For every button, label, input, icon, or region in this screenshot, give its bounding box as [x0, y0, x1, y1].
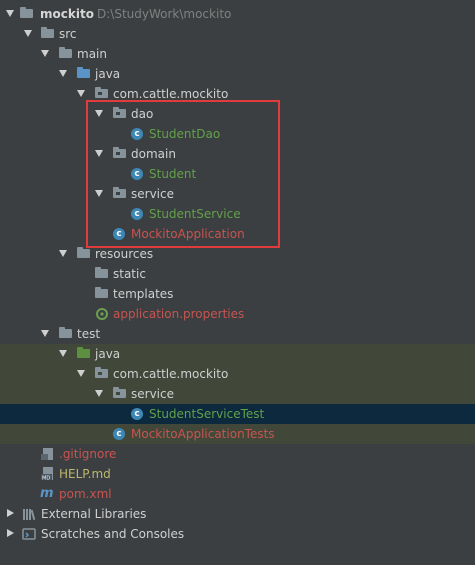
package-icon — [113, 147, 126, 158]
project-name: mockito — [40, 7, 94, 21]
tree-row-studentservice[interactable]: c StudentService — [0, 204, 475, 224]
tree-label: dao — [131, 107, 154, 121]
tree-label: MockitoApplication — [131, 227, 245, 241]
tree-label: domain — [131, 147, 176, 161]
class-icon: c — [131, 168, 143, 180]
tree-label: StudentServiceTest — [149, 407, 265, 421]
resources-folder-icon — [77, 247, 90, 258]
package-icon — [95, 367, 108, 378]
tree-label: StudentDao — [149, 127, 221, 141]
tree-row-resources[interactable]: resources — [0, 244, 475, 264]
project-folder-icon — [20, 7, 33, 18]
tree-row-mockitoapplicationtests[interactable]: c MockitoApplicationTests — [0, 424, 475, 444]
gitignore-file-icon — [41, 447, 56, 461]
tree-label: resources — [95, 247, 154, 261]
tree-row-java[interactable]: java — [0, 64, 475, 84]
test-source-folder-icon — [77, 347, 90, 358]
tree-row-service[interactable]: service — [0, 184, 475, 204]
svg-text:MD: MD — [42, 476, 50, 482]
tree-row-application-properties[interactable]: application.properties — [0, 304, 475, 324]
source-folder-icon — [77, 67, 90, 78]
folder-icon — [59, 47, 72, 58]
tree-label: templates — [113, 287, 174, 301]
tree-label: .gitignore — [59, 447, 117, 461]
tree-row-help-md[interactable]: MD HELP.md — [0, 464, 475, 484]
tree-row-test[interactable]: test — [0, 324, 475, 344]
tree-row-static[interactable]: static — [0, 264, 475, 284]
chevron-down-icon[interactable] — [95, 390, 103, 397]
folder-icon — [95, 287, 108, 298]
folder-icon — [41, 27, 54, 38]
tree-row-templates[interactable]: templates — [0, 284, 475, 304]
tree-row-pom-xml[interactable]: m pom.xml — [0, 484, 475, 504]
tree-row-dao[interactable]: dao — [0, 104, 475, 124]
folder-icon — [59, 327, 72, 338]
tree-label: pom.xml — [59, 487, 112, 501]
chevron-down-icon[interactable] — [95, 150, 103, 157]
tree-label: java — [95, 347, 121, 361]
tree-row-test-package[interactable]: com.cattle.mockito — [0, 364, 475, 384]
tree-row-project[interactable]: mockito D:\StudyWork\mockito — [0, 4, 475, 24]
tree-label: src — [59, 27, 77, 41]
class-icon: c — [131, 128, 143, 140]
project-path: D:\StudyWork\mockito — [97, 7, 232, 21]
spring-boot-class-icon: c — [113, 228, 125, 240]
chevron-down-icon[interactable] — [41, 50, 49, 57]
tree-label: HELP.md — [59, 467, 111, 481]
maven-icon: m — [40, 486, 54, 501]
chevron-down-icon[interactable] — [59, 70, 67, 77]
tree-label: Student — [149, 167, 197, 181]
tree-row-studentservicetest[interactable]: c StudentServiceTest — [0, 404, 475, 424]
tree-label: java — [95, 67, 121, 81]
chevron-down-icon[interactable] — [24, 30, 32, 37]
tree-row-mockitoapplication[interactable]: c MockitoApplication — [0, 224, 475, 244]
package-icon — [113, 187, 126, 198]
tree-label: Scratches and Consoles — [41, 527, 185, 541]
scratches-icon — [22, 527, 37, 541]
tree-label: service — [131, 187, 174, 201]
folder-icon — [95, 267, 108, 278]
markdown-file-icon: MD — [41, 467, 56, 482]
tree-row-gitignore[interactable]: .gitignore — [0, 444, 475, 464]
tree-label: static — [113, 267, 146, 281]
tree-label: com.cattle.mockito — [113, 367, 229, 381]
tree-row-package[interactable]: com.cattle.mockito — [0, 84, 475, 104]
tree-label: MockitoApplicationTests — [131, 427, 275, 441]
tree-row-domain[interactable]: domain — [0, 144, 475, 164]
tree-row-test-service[interactable]: service — [0, 384, 475, 404]
tree-row-src[interactable]: src — [0, 24, 475, 44]
tree-row-external-libraries[interactable]: External Libraries — [0, 504, 475, 524]
chevron-down-icon[interactable] — [59, 350, 67, 357]
class-icon: c — [131, 208, 143, 220]
library-icon — [22, 507, 37, 521]
chevron-down-icon[interactable] — [95, 110, 103, 117]
tree-label: application.properties — [113, 307, 245, 321]
test-class-icon: c — [113, 428, 125, 440]
chevron-down-icon[interactable] — [77, 90, 85, 97]
chevron-right-icon[interactable] — [7, 509, 14, 517]
tree-row-main[interactable]: main — [0, 44, 475, 64]
test-class-icon: c — [131, 408, 143, 420]
tree-row-test-java[interactable]: java — [0, 344, 475, 364]
package-icon — [113, 107, 126, 118]
tree-label: test — [77, 327, 101, 341]
tree-row-studentdao[interactable]: c StudentDao — [0, 124, 475, 144]
tree-row-scratches[interactable]: Scratches and Consoles — [0, 524, 475, 544]
properties-file-icon — [95, 307, 110, 321]
tree-label: StudentService — [149, 207, 241, 221]
chevron-down-icon[interactable] — [6, 10, 14, 17]
tree-row-student[interactable]: c Student — [0, 164, 475, 184]
chevron-down-icon[interactable] — [77, 370, 85, 377]
package-icon — [95, 87, 108, 98]
package-icon — [113, 387, 126, 398]
chevron-down-icon[interactable] — [41, 330, 49, 337]
chevron-right-icon[interactable] — [7, 529, 14, 537]
tree-label: service — [131, 387, 174, 401]
tree-label: com.cattle.mockito — [113, 87, 229, 101]
tree-label: main — [77, 47, 107, 61]
tree-label: External Libraries — [41, 507, 147, 521]
chevron-down-icon[interactable] — [95, 190, 103, 197]
chevron-down-icon[interactable] — [59, 250, 67, 257]
